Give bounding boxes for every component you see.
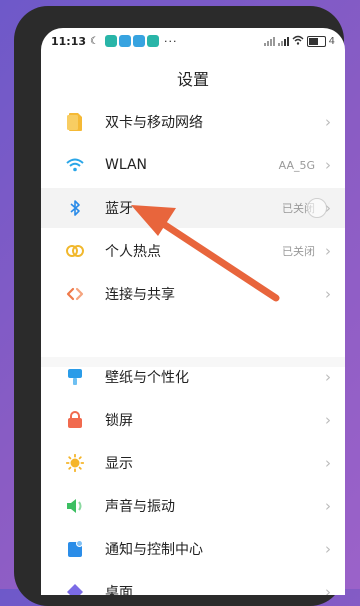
arrow-shaft [161,221,280,302]
annotation-arrow [131,205,280,302]
